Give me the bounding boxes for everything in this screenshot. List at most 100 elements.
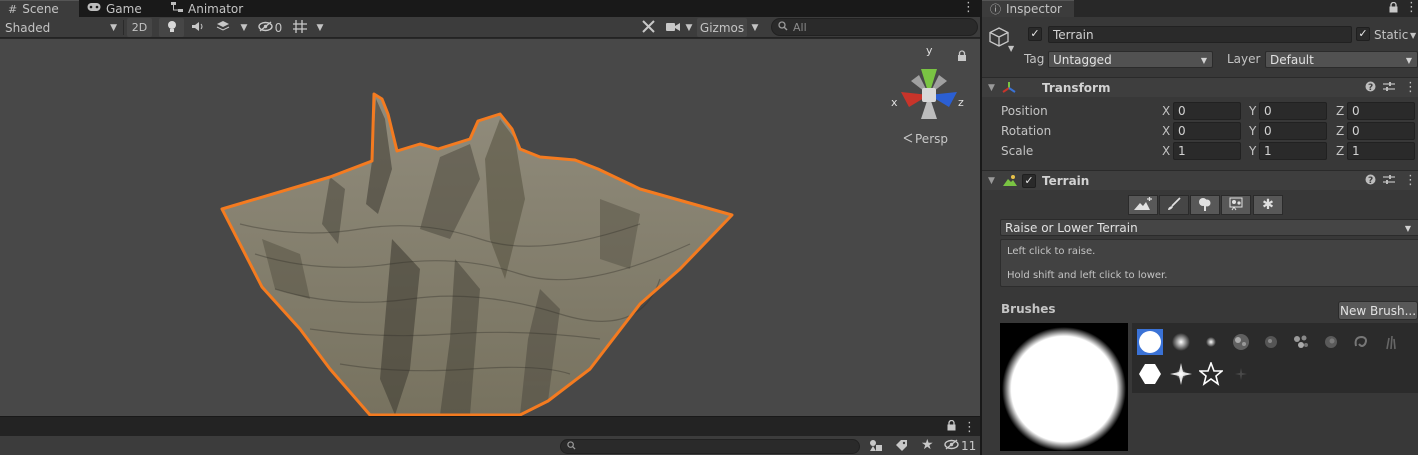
tab-inspector[interactable]: ⓘ Inspector bbox=[982, 0, 1074, 17]
lock-icon[interactable] bbox=[947, 419, 956, 434]
brush-star-burst[interactable] bbox=[1168, 361, 1194, 387]
2d-toggle-button[interactable]: 2D bbox=[127, 18, 152, 37]
position-label[interactable]: Position bbox=[1001, 104, 1048, 118]
active-checkbox[interactable]: ✓ bbox=[1028, 27, 1042, 41]
tab-animator[interactable]: Animator bbox=[163, 0, 253, 17]
scene-search-input[interactable]: All bbox=[771, 18, 978, 36]
panel-menu-icon[interactable]: ⋮ bbox=[963, 421, 976, 434]
tab-game[interactable]: Game bbox=[79, 0, 163, 17]
hidden-objects-toggle[interactable]: 0 bbox=[255, 18, 285, 37]
projection-toggle[interactable]: Persp bbox=[903, 132, 948, 146]
axis-y-label[interactable]: Y bbox=[1249, 124, 1256, 138]
scene-toolbar: Shaded ▼ 2D ▼ 0 ▼ ▼ Gizmos ▼ All bbox=[0, 17, 980, 38]
grid-dropdown[interactable]: ▼ bbox=[313, 18, 327, 37]
tools-button[interactable] bbox=[637, 18, 659, 37]
scene-menu-icon[interactable]: ⋮ bbox=[962, 1, 975, 14]
rotation-y-field[interactable]: 0 bbox=[1259, 122, 1327, 140]
brush-noise-3[interactable] bbox=[1318, 329, 1344, 355]
brush-noise-1[interactable] bbox=[1228, 329, 1254, 355]
axis-z-label[interactable]: Z bbox=[1336, 144, 1344, 158]
filter-by-type-icon[interactable] bbox=[869, 439, 883, 455]
create-terrain-tool-button[interactable] bbox=[1128, 195, 1158, 215]
camera-button[interactable] bbox=[663, 18, 683, 37]
tab-scene[interactable]: # Scene bbox=[0, 0, 79, 17]
paint-details-tool-button[interactable] bbox=[1221, 195, 1251, 215]
lock-icon[interactable] bbox=[1389, 1, 1398, 16]
brush-dot-small[interactable] bbox=[1198, 329, 1224, 355]
tag-dropdown[interactable]: Untagged ▼ bbox=[1048, 51, 1213, 68]
orientation-gizmo[interactable] bbox=[901, 69, 957, 119]
component-menu-icon[interactable]: ⋮ bbox=[1404, 81, 1417, 94]
preset-sliders-icon[interactable] bbox=[1383, 174, 1395, 188]
scale-z-field[interactable]: 1 bbox=[1347, 142, 1415, 160]
brush-star-outline[interactable] bbox=[1198, 361, 1224, 387]
brush-scatter[interactable] bbox=[1288, 329, 1314, 355]
chevron-down-icon: ▼ bbox=[110, 22, 117, 33]
chevron-down-icon[interactable]: ▼ bbox=[1008, 44, 1014, 53]
object-name-field[interactable]: Terrain bbox=[1048, 26, 1352, 43]
help-icon[interactable]: ? bbox=[1365, 81, 1376, 95]
star-icon[interactable]: ★ bbox=[921, 437, 934, 453]
animator-icon bbox=[171, 2, 183, 15]
rotation-x-field[interactable]: 0 bbox=[1173, 122, 1241, 140]
terrain-component-header[interactable]: ▼ ✓ Terrain ? ⋮ bbox=[982, 170, 1418, 190]
brush-grass[interactable] bbox=[1378, 329, 1404, 355]
position-z-field[interactable]: 0 bbox=[1347, 102, 1415, 120]
terrain-tool-dropdown[interactable]: Raise or Lower Terrain ▼ bbox=[1000, 219, 1418, 236]
static-checkbox[interactable]: ✓ bbox=[1356, 27, 1370, 41]
brush-preview bbox=[1000, 323, 1128, 451]
position-y-field[interactable]: 0 bbox=[1259, 102, 1327, 120]
layer-dropdown[interactable]: Default ▼ bbox=[1265, 51, 1418, 68]
axis-z-label[interactable]: Z bbox=[1336, 124, 1344, 138]
brush-circle-soft[interactable] bbox=[1168, 329, 1194, 355]
draw-mode-dropdown[interactable]: Shaded ▼ bbox=[2, 18, 120, 37]
crossed-tools-icon bbox=[641, 19, 655, 36]
scene-viewport[interactable]: y x z Persp bbox=[0, 39, 980, 416]
brush-swirl[interactable] bbox=[1348, 329, 1374, 355]
scale-x-field[interactable]: 1 bbox=[1173, 142, 1241, 160]
paint-trees-tool-button[interactable] bbox=[1190, 195, 1220, 215]
camera-dropdown[interactable]: ▼ bbox=[683, 18, 695, 37]
axis-z-label[interactable]: Z bbox=[1336, 104, 1344, 118]
brush-hexagon[interactable] bbox=[1137, 361, 1163, 387]
terrain-render[interactable]: y x z Persp bbox=[0, 39, 980, 416]
tag-icon[interactable] bbox=[895, 439, 908, 455]
scale-y-field[interactable]: 1 bbox=[1259, 142, 1327, 160]
terrain-settings-tool-button[interactable]: ✱ bbox=[1253, 195, 1283, 215]
audio-toggle-button[interactable] bbox=[186, 18, 208, 37]
brush-list bbox=[1132, 323, 1418, 393]
gizmos-dropdown[interactable]: ▼ bbox=[748, 18, 762, 37]
rotation-label[interactable]: Rotation bbox=[1001, 124, 1051, 138]
grid-toggle-button[interactable] bbox=[289, 18, 311, 37]
chevron-down-icon: ▼ bbox=[1200, 56, 1207, 65]
scale-label[interactable]: Scale bbox=[1001, 144, 1033, 158]
brush-faint-sparkle[interactable] bbox=[1228, 361, 1254, 387]
brush-circle-hard[interactable] bbox=[1137, 329, 1163, 355]
project-search-input[interactable] bbox=[560, 439, 860, 454]
chevron-down-icon[interactable]: ▼ bbox=[1410, 31, 1416, 40]
position-x-field[interactable]: 0 bbox=[1173, 102, 1241, 120]
brush-noise-2[interactable] bbox=[1258, 329, 1284, 355]
lock-icon[interactable] bbox=[958, 50, 966, 61]
axis-y-label[interactable]: Y bbox=[1249, 144, 1256, 158]
gizmos-button[interactable]: Gizmos bbox=[697, 18, 747, 37]
lighting-toggle-button[interactable] bbox=[159, 18, 184, 37]
effects-toggle-button[interactable] bbox=[209, 18, 237, 37]
hidden-packages-toggle[interactable]: 11 bbox=[944, 439, 976, 453]
axis-x-label[interactable]: X bbox=[1162, 124, 1170, 138]
new-brush-button[interactable]: New Brush... bbox=[1338, 301, 1418, 320]
inspector-menu-icon[interactable]: ⋮ bbox=[1405, 1, 1418, 14]
axis-x-label[interactable]: X bbox=[1162, 144, 1170, 158]
paint-terrain-tool-button[interactable] bbox=[1159, 195, 1189, 215]
axis-x-label[interactable]: X bbox=[1162, 104, 1170, 118]
axis-label-y: y bbox=[926, 44, 933, 57]
preset-sliders-icon[interactable] bbox=[1383, 81, 1395, 95]
help-icon[interactable]: ? bbox=[1365, 174, 1376, 188]
transform-header[interactable]: ▼ Transform ? ⋮ bbox=[982, 77, 1418, 97]
rotation-z-field[interactable]: 0 bbox=[1347, 122, 1415, 140]
component-menu-icon[interactable]: ⋮ bbox=[1404, 174, 1417, 187]
effects-dropdown[interactable]: ▼ bbox=[237, 18, 251, 37]
static-label: Static bbox=[1374, 28, 1409, 42]
terrain-enabled-checkbox[interactable]: ✓ bbox=[1022, 174, 1036, 188]
axis-y-label[interactable]: Y bbox=[1249, 104, 1256, 118]
